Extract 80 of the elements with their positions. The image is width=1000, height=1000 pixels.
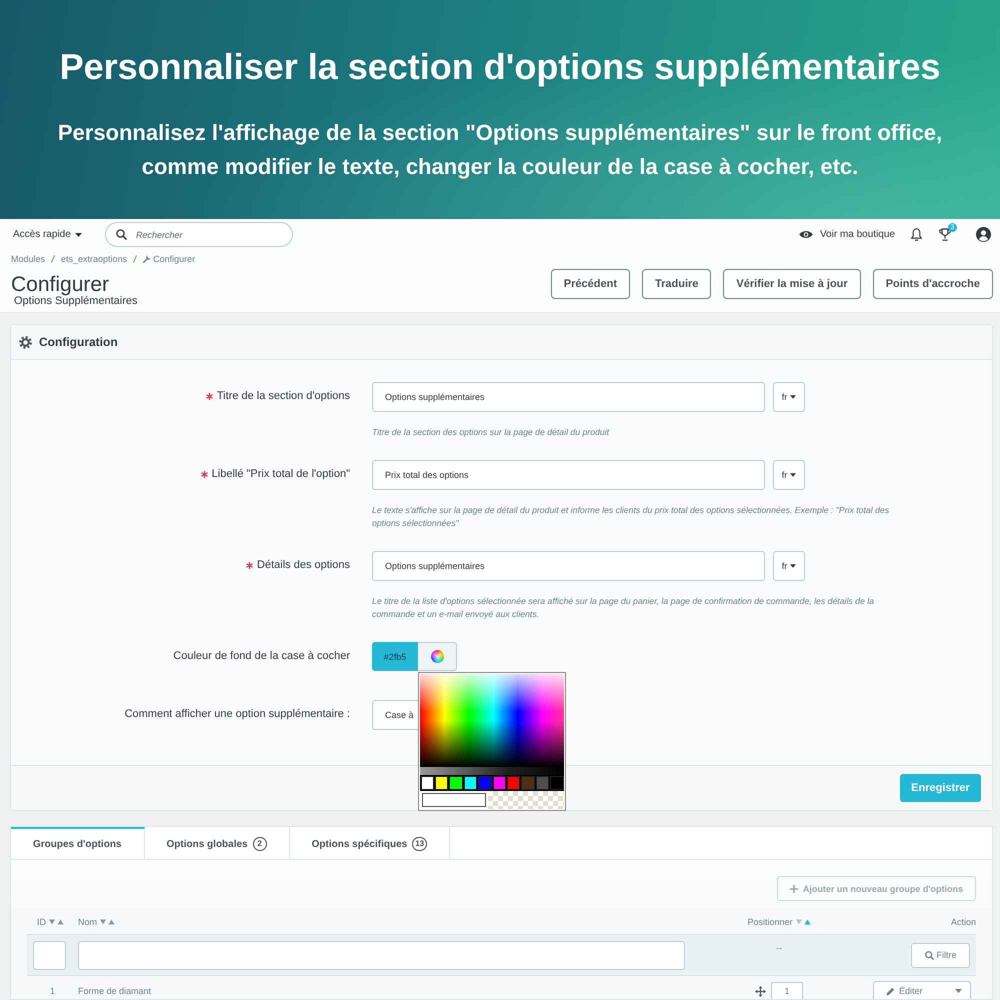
- color-picker-button[interactable]: [418, 642, 457, 671]
- column-header: Action: [950, 917, 976, 927]
- caret-icon: [74, 232, 82, 236]
- color-value-field[interactable]: #2fb5: [372, 642, 418, 671]
- user-icon[interactable]: [976, 227, 991, 242]
- quick-access-menu[interactable]: Accès rapide: [13, 229, 105, 240]
- color-swatch[interactable]: [550, 776, 564, 790]
- sort-icon[interactable]: [49, 919, 64, 925]
- count-badge: 2: [252, 837, 267, 851]
- language-dropdown[interactable]: fr: [773, 382, 805, 412]
- breadcrumb-link[interactable]: Modules: [11, 254, 46, 264]
- filter-field[interactable]: [78, 940, 685, 970]
- hex-input-field[interactable]: [422, 793, 486, 807]
- toolbar-button[interactable]: Traduire: [642, 269, 712, 299]
- sort-icon[interactable]: [100, 919, 116, 925]
- breadcrumb-link[interactable]: Configurer: [143, 254, 196, 264]
- field-label: Comment afficher une option supplémentaire :: [124, 708, 350, 721]
- color-swatch[interactable]: [420, 776, 434, 790]
- breadcrumb-separator-icon: [133, 255, 138, 263]
- position-field[interactable]: 1: [771, 982, 803, 999]
- search-field[interactable]: Rechercher: [105, 222, 293, 247]
- table-cell: Forme de diamant: [78, 986, 152, 996]
- field-label: Libellé "Prix total de l'option": [212, 468, 350, 481]
- panel-title: Configuration: [39, 335, 118, 349]
- position-filter-text: --: [776, 943, 782, 953]
- toolbar-button[interactable]: Points d'accroche: [872, 269, 993, 299]
- text-field[interactable]: Options supplémentaires: [372, 382, 765, 412]
- pencil-icon: [886, 986, 895, 996]
- page-subtitle: Options Supplémentaires: [14, 295, 138, 307]
- column-header: ID: [37, 917, 46, 927]
- color-swatch[interactable]: [478, 776, 492, 790]
- wrench-icon: [143, 255, 152, 263]
- table-cell: 1: [50, 986, 55, 996]
- banner-title: Personnaliser la section d'options supplémentaires: [60, 46, 940, 88]
- plus-icon: [790, 884, 798, 892]
- gear-icon: [19, 336, 32, 348]
- toolbar-button[interactable]: Précédent: [550, 269, 630, 299]
- search-icon: [116, 229, 127, 240]
- help-text: Le texte s'affiche sur la page de détail du produit et informe les clients du prix total des options sélectionnées. Exemple : "Prix total des options sélectionnées": [372, 504, 890, 530]
- help-text: Le titre de la liste d'options sélectionnée sera affiché sur la page du panier, la page de confirmation de commande, les détails de la commande et un e-mail envoyé aux clients.: [372, 595, 875, 621]
- help-text: Titre de la section des options sur la page de détail du produit: [372, 426, 610, 439]
- column-header: Nom: [78, 917, 98, 927]
- view-shop-link[interactable]: Voir ma boutique: [798, 229, 895, 240]
- field-label: Couleur de fond de la case à cocher: [173, 650, 350, 663]
- trophy-icon[interactable]: [939, 228, 951, 241]
- banner-subtitle: Personnalisez l'affichage de la section "Options supplémentaires" sur le front office, comme modifier le texte, changer la couleur de la case à cocher, etc.: [56, 119, 944, 181]
- color-swatch[interactable]: [434, 776, 448, 790]
- eye-icon: [798, 230, 813, 239]
- breadcrumb-link[interactable]: ets_extraoptions: [61, 254, 128, 264]
- page-title: Configurer: [11, 272, 110, 295]
- language-dropdown[interactable]: fr: [773, 460, 805, 490]
- display-mode-select[interactable]: Case à: [372, 700, 418, 730]
- color-wheel-icon: [430, 650, 444, 663]
- breadcrumb-separator-icon: [51, 255, 56, 263]
- bell-icon[interactable]: [911, 228, 922, 241]
- color-swatch[interactable]: [521, 776, 535, 790]
- text-field[interactable]: Options supplémentaires: [372, 551, 765, 581]
- text-field[interactable]: Prix total des options: [372, 460, 765, 490]
- color-spectrum-field[interactable]: [420, 674, 564, 775]
- color-swatch[interactable]: [464, 776, 478, 790]
- count-badge: 13: [412, 837, 428, 851]
- field-label: Détails des options: [257, 559, 350, 572]
- toolbar-button[interactable]: Vérifier la mise à jour: [723, 269, 861, 299]
- filter-button[interactable]: Filtre: [911, 942, 970, 968]
- edit-button[interactable]: Éditer: [873, 981, 971, 999]
- color-swatch[interactable]: [492, 776, 506, 790]
- tab[interactable]: Groupes d'options: [11, 827, 144, 859]
- filter-field[interactable]: [33, 940, 66, 970]
- field-label: Titre de la section d'options: [216, 390, 350, 403]
- color-swatch[interactable]: [536, 776, 550, 790]
- color-swatch[interactable]: [506, 776, 520, 790]
- caret-icon: [790, 564, 796, 568]
- column-header: Positionner: [747, 917, 793, 927]
- move-icon[interactable]: [755, 986, 766, 996]
- search-icon: [924, 950, 934, 960]
- caret-icon: [790, 473, 796, 477]
- language-dropdown[interactable]: fr: [773, 551, 805, 581]
- color-swatch[interactable]: [449, 776, 463, 790]
- caret-icon: [790, 395, 796, 399]
- caret-icon: [955, 989, 962, 993]
